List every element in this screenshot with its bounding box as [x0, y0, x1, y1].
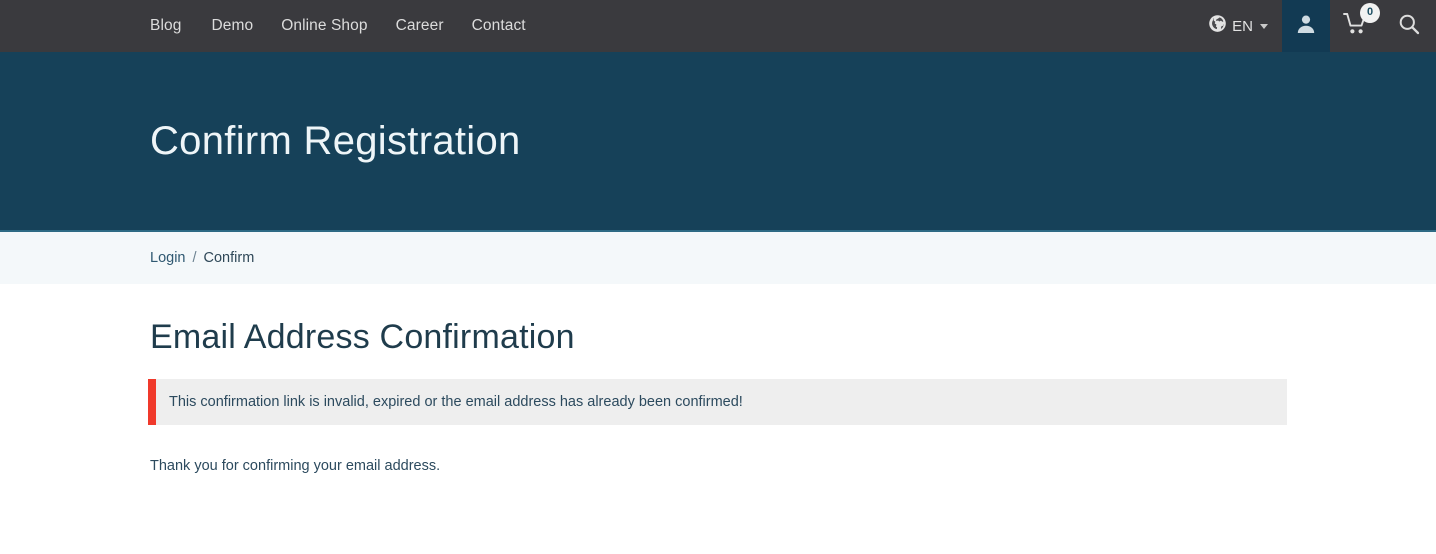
- page-title: Confirm Registration: [150, 119, 521, 164]
- error-alert-message: This confirmation link is invalid, expir…: [169, 394, 743, 410]
- nav-link-contact[interactable]: Contact: [458, 0, 540, 52]
- search-button[interactable]: [1382, 0, 1436, 52]
- cart-badge-count: 0: [1360, 3, 1380, 23]
- breadcrumb-item-login[interactable]: Login: [150, 250, 185, 266]
- breadcrumb-item-confirm: Confirm: [204, 250, 255, 266]
- hero-banner: Confirm Registration: [0, 52, 1436, 232]
- error-alert: This confirmation link is invalid, expir…: [148, 379, 1287, 425]
- search-icon: [1397, 12, 1421, 41]
- breadcrumb-bar: Login / Confirm: [0, 232, 1436, 284]
- main-content: Email Address Confirmation This confirma…: [0, 284, 1436, 474]
- language-label: EN: [1232, 18, 1253, 35]
- language-switcher[interactable]: EN: [1198, 0, 1282, 52]
- nav-utilities: EN 0: [1198, 0, 1436, 52]
- section-heading: Email Address Confirmation: [150, 318, 1436, 357]
- account-button[interactable]: [1282, 0, 1330, 52]
- chevron-down-icon: [1260, 24, 1268, 29]
- breadcrumb: Login / Confirm: [150, 250, 254, 266]
- nav-link-online-shop[interactable]: Online Shop: [267, 0, 381, 52]
- shopping-cart-icon: 0: [1343, 12, 1369, 41]
- top-navbar: Blog Demo Online Shop Career Contact EN: [0, 0, 1436, 52]
- breadcrumb-separator: /: [192, 250, 196, 266]
- nav-link-blog[interactable]: Blog: [150, 0, 197, 52]
- thank-you-text: Thank you for confirming your email addr…: [150, 458, 1436, 474]
- user-icon: [1294, 12, 1318, 41]
- nav-link-demo[interactable]: Demo: [197, 0, 267, 52]
- primary-nav: Blog Demo Online Shop Career Contact: [150, 0, 540, 52]
- globe-icon: [1208, 14, 1227, 38]
- nav-link-career[interactable]: Career: [382, 0, 458, 52]
- cart-button[interactable]: 0: [1330, 0, 1382, 52]
